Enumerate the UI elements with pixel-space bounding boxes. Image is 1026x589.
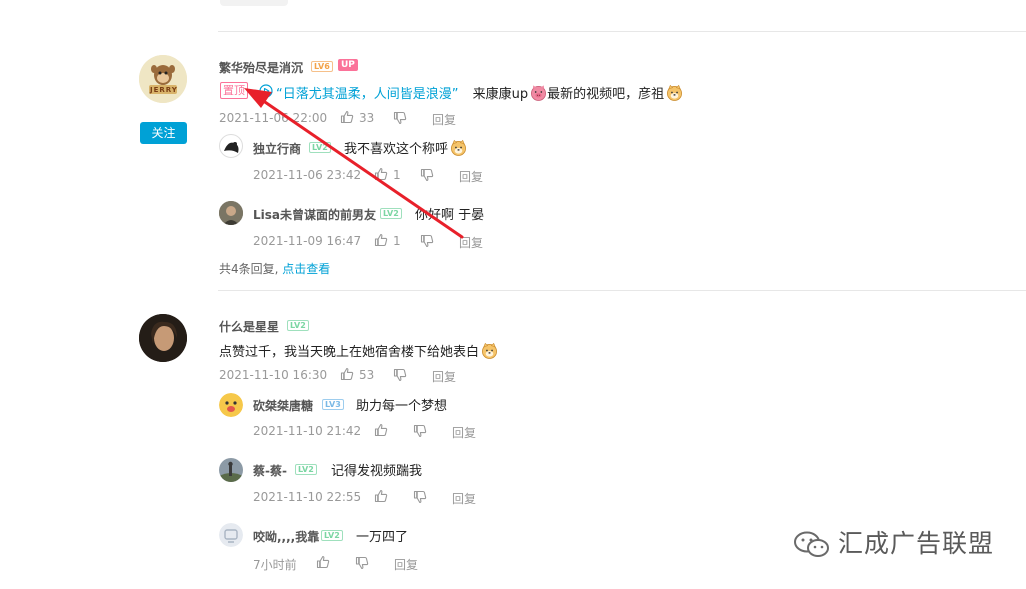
up-badge: UP	[338, 59, 358, 71]
level-badge: LV2	[321, 530, 343, 541]
dislike-icon[interactable]	[393, 111, 407, 125]
like-count: 1	[393, 168, 401, 182]
dislike-icon[interactable]	[420, 168, 434, 182]
doge-emoji-icon	[481, 342, 498, 359]
like-icon[interactable]	[374, 233, 388, 247]
level-badge: LV2	[309, 142, 331, 153]
more-replies-count: 共4条回复,	[219, 262, 279, 276]
avatar-label: JERRY	[150, 86, 178, 94]
reply-username[interactable]: 砍桀桀唐糖	[253, 397, 313, 414]
dislike-icon[interactable]	[355, 556, 369, 570]
avatar[interactable]: JERRY	[139, 55, 187, 103]
divider	[218, 31, 1026, 32]
doge-emoji-icon	[450, 139, 467, 156]
like-icon[interactable]	[340, 367, 354, 381]
like-icon[interactable]	[374, 489, 388, 503]
pig-emoji-icon	[530, 84, 547, 101]
reply-username[interactable]: 独立行商	[253, 140, 301, 157]
avatar[interactable]	[139, 314, 187, 362]
like-count: 53	[359, 368, 375, 382]
video-link[interactable]: “日落尤其温柔，人间皆是浪漫”	[276, 87, 458, 102]
comment-username[interactable]: 繁华殆尽是消沉	[219, 59, 303, 76]
reply-text: 助力每一个梦想	[356, 399, 448, 414]
level-badge: LV2	[287, 320, 309, 331]
wechat-icon	[794, 531, 829, 557]
like-count: 1	[393, 234, 401, 248]
reply-button[interactable]: 回复	[459, 168, 483, 185]
pinned-badge: 置顶	[220, 82, 248, 99]
divider	[218, 290, 1026, 291]
comment-text-cont: 最新的视频吧，彦祖	[547, 87, 665, 102]
like-icon[interactable]	[316, 555, 330, 569]
reply-text: 你好啊 于晏	[415, 208, 485, 223]
reply-time: 2021-11-10 22:55	[253, 490, 362, 504]
reply-username[interactable]: 蔡-蔡-	[253, 462, 287, 479]
dislike-icon[interactable]	[393, 368, 407, 382]
reply-time: 7小时前	[253, 558, 297, 572]
like-icon[interactable]	[374, 167, 388, 181]
reply-avatar[interactable]	[219, 393, 243, 417]
reply-time: 2021-11-06 23:42	[253, 168, 362, 182]
reply-button[interactable]: 回复	[459, 234, 483, 251]
dislike-icon[interactable]	[413, 424, 427, 438]
reply-button[interactable]: 回复	[452, 490, 476, 507]
reply-text: 一万四了	[356, 530, 409, 545]
comment-text: 来康康up	[472, 87, 529, 102]
like-icon[interactable]	[374, 423, 388, 437]
reply-time: 2021-11-10 21:42	[253, 424, 362, 438]
video-play-icon	[259, 84, 273, 98]
view-more-link[interactable]: 点击查看	[282, 262, 330, 276]
top-image-edge	[220, 0, 288, 6]
follow-button[interactable]: 关注	[140, 122, 187, 144]
like-icon[interactable]	[340, 110, 354, 124]
reply-button[interactable]: 回复	[452, 424, 476, 441]
reply-avatar[interactable]	[219, 134, 243, 158]
reply-time: 2021-11-09 16:47	[253, 234, 362, 248]
reply-button[interactable]: 回复	[394, 556, 418, 573]
level-badge: LV3	[322, 399, 344, 410]
dislike-icon[interactable]	[413, 490, 427, 504]
level-badge: LV6	[311, 61, 333, 72]
watermark-text: 汇成广告联盟	[838, 529, 995, 558]
comment-time: 2021-11-06 22:00	[219, 111, 328, 125]
reply-avatar[interactable]	[219, 523, 243, 547]
reply-text: 我不喜欢这个称呼	[344, 142, 449, 157]
level-badge: LV2	[380, 208, 402, 219]
level-badge: LV2	[295, 464, 317, 475]
reply-avatar[interactable]	[219, 458, 243, 482]
reply-text: 记得发视频踹我	[331, 464, 423, 479]
reply-avatar[interactable]	[219, 201, 243, 225]
like-count: 33	[359, 111, 375, 125]
dislike-icon[interactable]	[420, 234, 434, 248]
more-replies: 共4条回复, 点击查看	[219, 260, 330, 277]
reply-username[interactable]: Lisa未曾谋面的前男友	[253, 206, 376, 223]
reply-username[interactable]: 咬呦,,,,我靠	[253, 528, 319, 545]
reply-button[interactable]: 回复	[432, 368, 456, 385]
doge-emoji-icon	[666, 84, 683, 101]
comment-username[interactable]: 什么是星星	[219, 318, 279, 335]
comment-text: 点赞过千，我当天晚上在她宿舍楼下给她表白	[219, 345, 480, 360]
comment-time: 2021-11-10 16:30	[219, 368, 328, 382]
reply-button[interactable]: 回复	[432, 111, 456, 128]
